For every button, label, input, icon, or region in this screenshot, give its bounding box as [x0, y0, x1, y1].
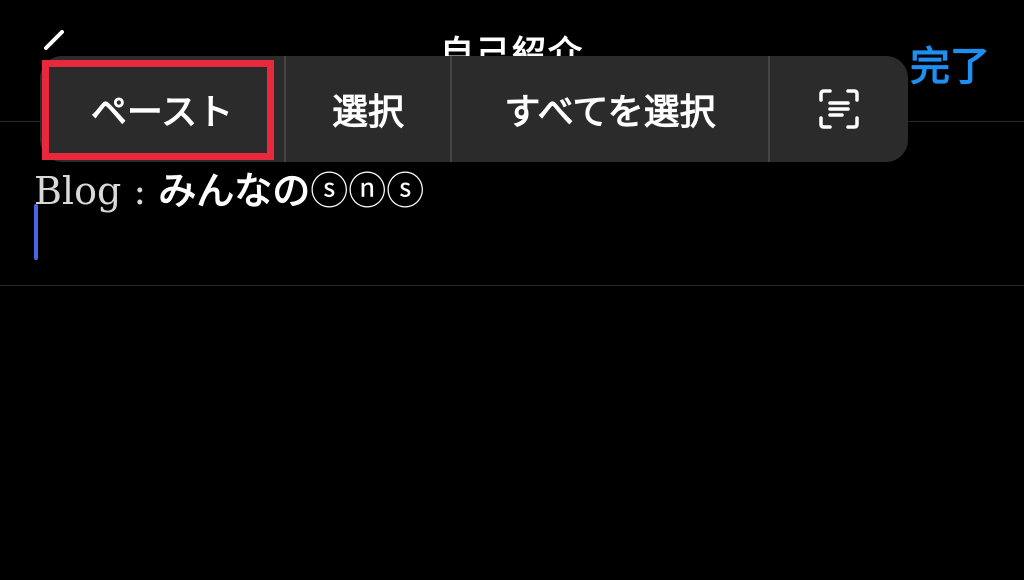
divider [0, 285, 1024, 286]
blog-name: みんなの [158, 169, 311, 213]
select-button[interactable]: 選択 [286, 56, 452, 162]
done-button[interactable]: 完了 [910, 34, 990, 92]
scan-text-button[interactable] [770, 56, 908, 162]
blog-suffix: ⓢⓝⓢ [310, 169, 425, 213]
bio-text-line[interactable]: Blog : みんなのⓢⓝⓢ [34, 160, 424, 215]
text-cursor [34, 204, 38, 260]
blog-label: Blog : [34, 169, 147, 213]
select-all-button[interactable]: すべてを選択 [452, 56, 770, 162]
scan-text-icon [819, 89, 859, 129]
paste-button[interactable]: ペースト [40, 56, 286, 162]
edit-context-menu: ペースト 選択 すべてを選択 [40, 56, 908, 162]
